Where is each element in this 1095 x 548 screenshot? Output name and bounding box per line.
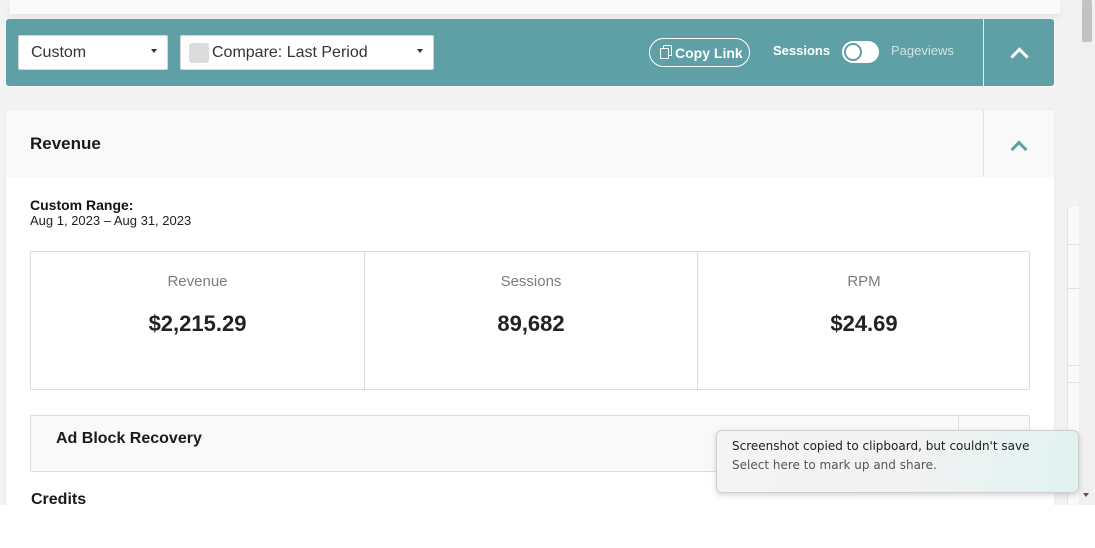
- pageviews-toggle-label: Pageviews: [891, 43, 954, 58]
- stats-panel: Revenue $2,215.29 Sessions 89,682 RPM $2…: [30, 251, 1030, 390]
- stat-label: RPM: [847, 273, 881, 290]
- stat-value: 89,682: [497, 311, 565, 336]
- revenue-card-title: Revenue: [30, 134, 101, 153]
- stat-sessions: Sessions 89,682: [364, 252, 697, 389]
- dropdown-caret-icon: [151, 49, 157, 53]
- stat-value: $2,215.29: [148, 311, 247, 336]
- toggle-knob: [844, 43, 862, 61]
- copy-icon: [660, 45, 672, 59]
- ad-block-recovery-title: Ad Block Recovery: [56, 430, 202, 447]
- date-range-value: Custom: [31, 44, 87, 61]
- date-range-select[interactable]: Custom: [18, 35, 168, 70]
- stat-revenue: Revenue $2,215.29: [31, 252, 364, 389]
- range-dates: Aug 1, 2023 – Aug 31, 2023: [30, 213, 192, 228]
- sessions-toggle-label: Sessions: [773, 43, 831, 58]
- stat-label: Sessions: [500, 273, 562, 290]
- compare-select[interactable]: Compare: Last Period: [180, 35, 434, 70]
- sessions-pageviews-toggle[interactable]: [842, 41, 879, 63]
- screenshot-toast[interactable]: Screenshot copied to clipboard, but coul…: [716, 430, 1079, 493]
- chevron-up-icon: [1010, 47, 1029, 66]
- stat-value: $24.69: [830, 311, 898, 336]
- app-viewport: Custom Compare: Last Period Copy Link Se…: [0, 0, 1095, 505]
- copy-link-button[interactable]: Copy Link: [649, 38, 750, 67]
- credits-title: Credits: [31, 491, 87, 505]
- scroll-down-arrow-icon[interactable]: [1083, 493, 1089, 497]
- range-title: Custom Range:: [30, 197, 134, 213]
- collapse-revenue-button[interactable]: [983, 110, 1054, 177]
- chevron-up-icon: [1010, 140, 1028, 158]
- compare-value: Compare: Last Period: [212, 44, 368, 61]
- side-panel-divider: [1067, 244, 1079, 245]
- side-panel-divider: [1067, 365, 1079, 366]
- stat-rpm: RPM $24.69: [697, 252, 1030, 389]
- collapse-toolbar-button[interactable]: [984, 19, 1054, 86]
- dropdown-caret-icon: [417, 49, 423, 53]
- side-panel-divider: [1067, 382, 1079, 383]
- revenue-card-header: Revenue: [6, 110, 1054, 177]
- stat-label: Revenue: [167, 273, 228, 290]
- previous-panel-edge: [10, 0, 1060, 14]
- scrollbar-thumb[interactable]: [1082, 0, 1092, 42]
- side-panel-divider: [1067, 288, 1079, 289]
- toast-title: Screenshot copied to clipboard, but coul…: [732, 439, 1030, 453]
- page-scrollbar[interactable]: [1079, 0, 1095, 505]
- toast-subtitle: Select here to mark up and share.: [732, 458, 937, 472]
- compare-color-swatch: [189, 43, 209, 63]
- filter-toolbar: Custom Compare: Last Period Copy Link Se…: [6, 19, 1054, 86]
- copy-link-label: Copy Link: [675, 45, 743, 61]
